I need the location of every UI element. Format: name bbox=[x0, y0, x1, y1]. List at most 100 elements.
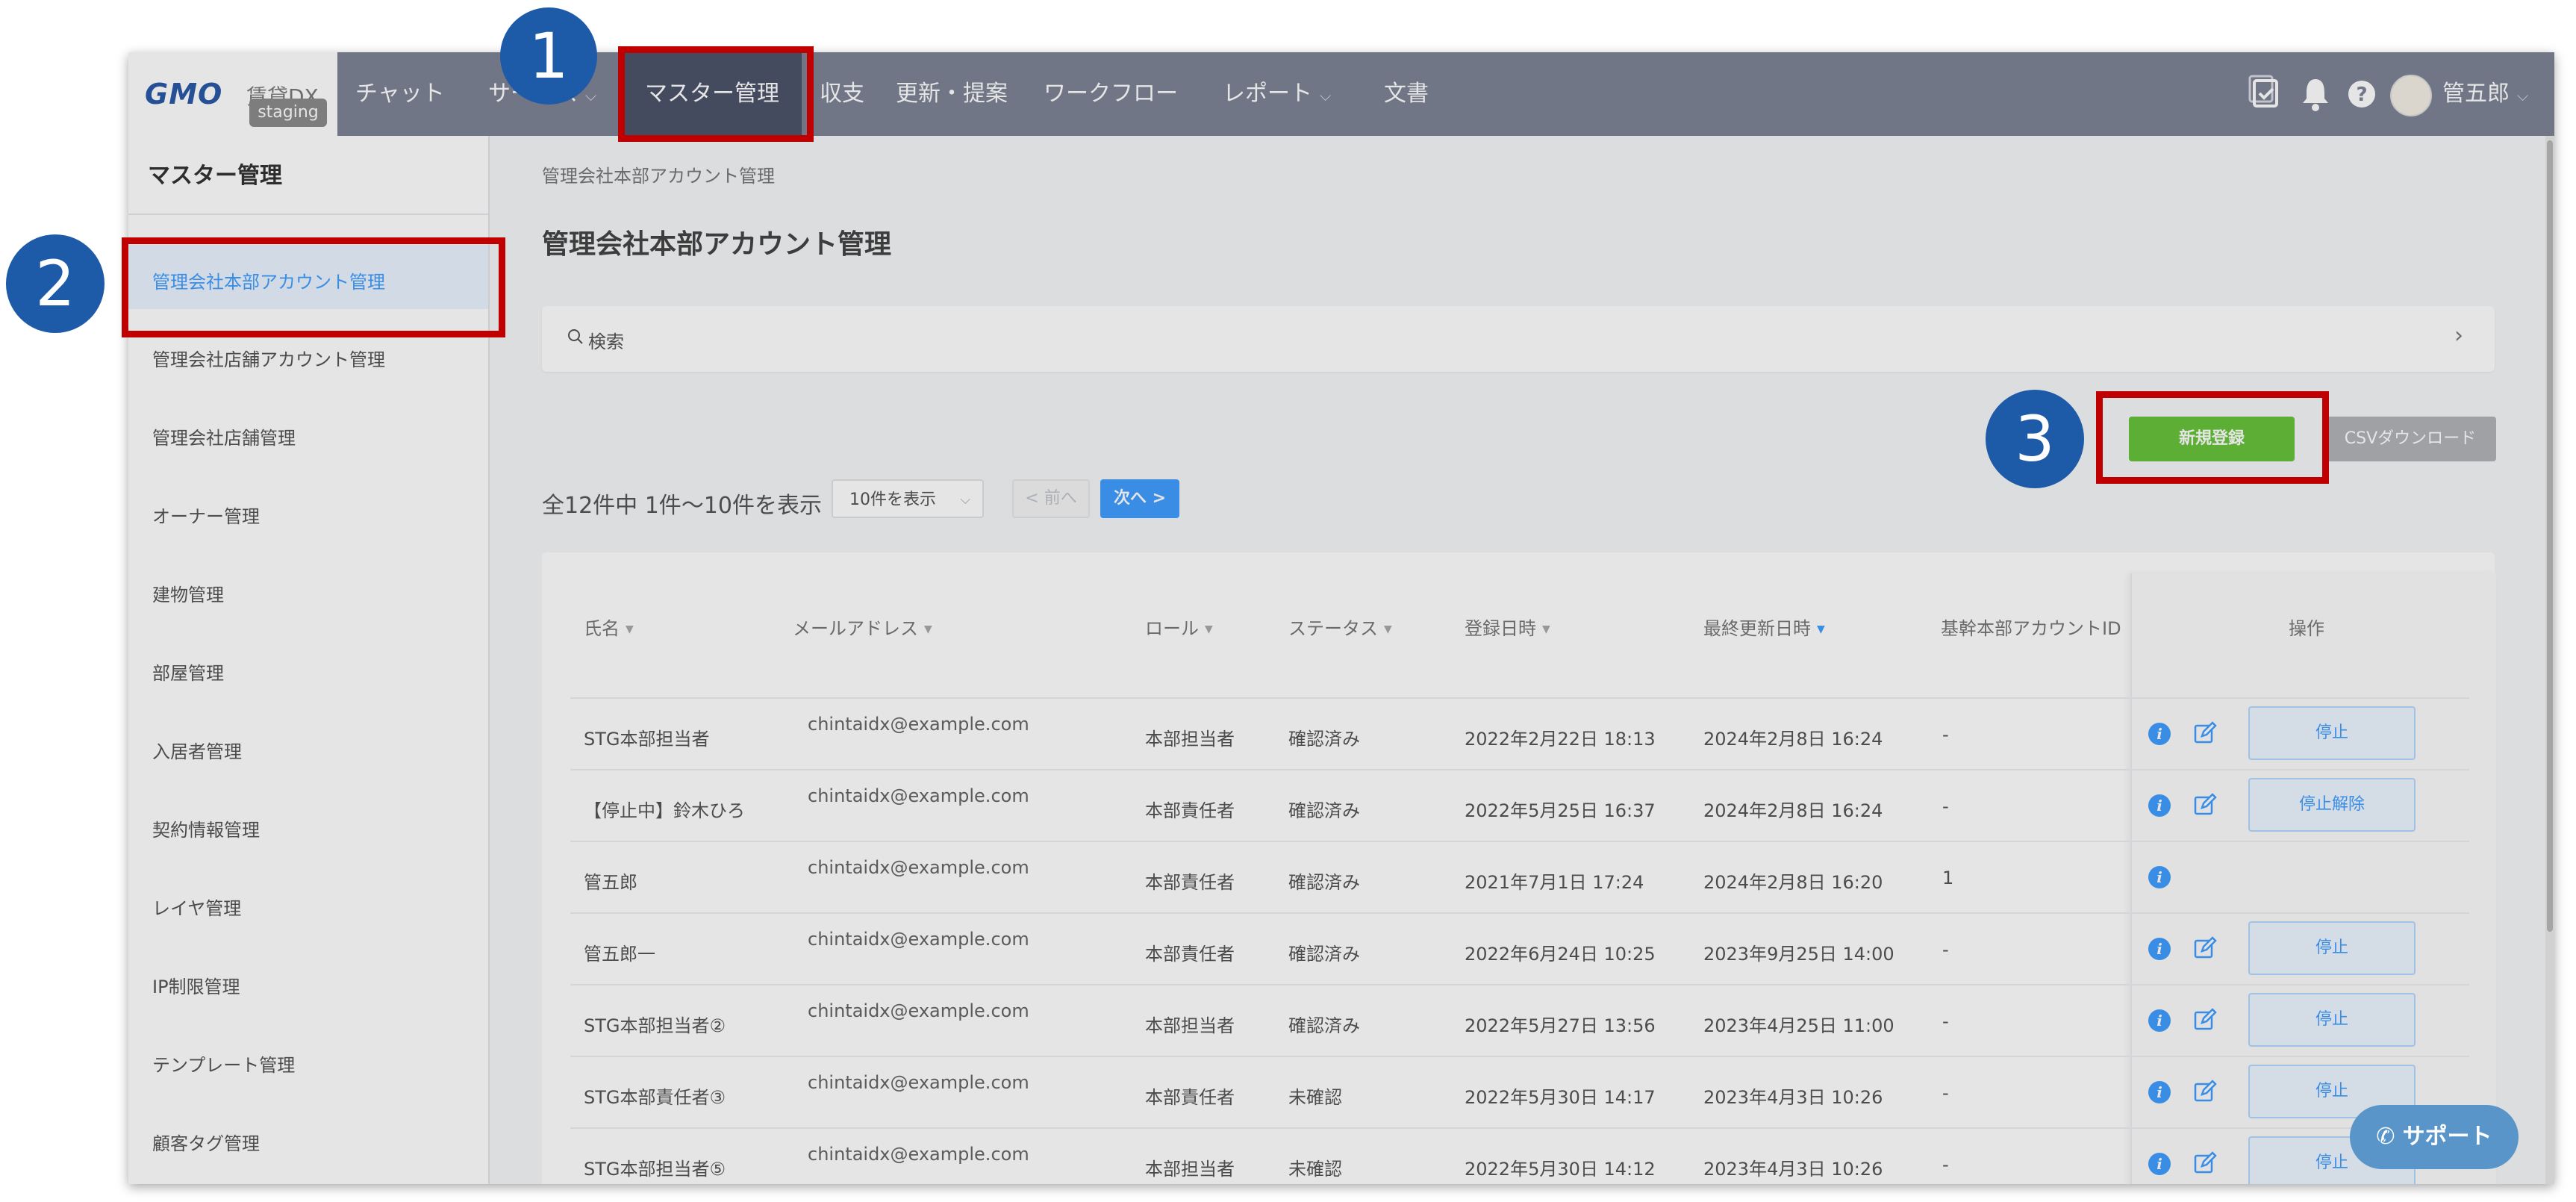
cell-role: 本部責任者 bbox=[1145, 800, 1235, 821]
sidebar-item-buildings[interactable]: 建物管理 bbox=[152, 580, 224, 606]
col-header-label: ロール bbox=[1145, 618, 1199, 639]
cell-core-id: 1 bbox=[1942, 868, 1954, 888]
edit-icon[interactable] bbox=[2193, 936, 2217, 960]
col-header-created[interactable]: 登録日時 ▼ bbox=[1465, 614, 1550, 640]
cell-email: chintaidx@example.com bbox=[808, 929, 1029, 950]
cell-email: chintaidx@example.com bbox=[808, 1144, 1029, 1165]
sidebar-item-stores[interactable]: 管理会社店舗管理 bbox=[152, 423, 296, 449]
suspend-button[interactable]: 停止 bbox=[2248, 921, 2416, 975]
cell-name: 管五郎一 bbox=[584, 944, 655, 965]
edit-icon[interactable] bbox=[2193, 793, 2217, 817]
nav-income-label: 収支 bbox=[820, 81, 864, 107]
sidebar-item-rooms[interactable]: 部屋管理 bbox=[152, 658, 224, 685]
cell-email: chintaidx@example.com bbox=[808, 785, 1029, 806]
cell-updated: 2024年2月8日 16:24 bbox=[1703, 729, 1883, 750]
sidebar-title: マスター管理 bbox=[148, 163, 282, 189]
cell-status: 確認済み bbox=[1288, 1015, 1360, 1036]
info-icon[interactable]: i bbox=[2148, 723, 2171, 745]
cell-core-id: - bbox=[1942, 796, 1949, 817]
cell-core-id: - bbox=[1942, 939, 1949, 960]
cell-created: 2022年5月25日 16:37 bbox=[1465, 800, 1656, 821]
nav-documents[interactable]: 文書 bbox=[1384, 52, 1429, 136]
nav-workflow-label: ワークフロー bbox=[1044, 81, 1178, 107]
cell-updated: 2023年4月25日 11:00 bbox=[1703, 1015, 1894, 1036]
search-panel[interactable]: 検索 › bbox=[542, 306, 2495, 372]
col-header-actions: 操作 bbox=[2289, 618, 2324, 639]
nav-workflow[interactable]: ワークフロー bbox=[1044, 52, 1178, 136]
avatar[interactable] bbox=[2390, 75, 2432, 116]
info-icon[interactable]: i bbox=[2148, 1009, 2171, 1032]
result-count: 全12件中 1件〜10件を表示 bbox=[542, 493, 822, 519]
sidebar-item-contracts[interactable]: 契約情報管理 bbox=[152, 815, 260, 841]
page-title: 管理会社本部アカウント管理 bbox=[542, 229, 892, 260]
row-divider bbox=[570, 841, 2469, 842]
sidebar-item-tenants[interactable]: 入居者管理 bbox=[152, 737, 242, 763]
task-check-icon[interactable] bbox=[2248, 73, 2284, 115]
info-icon[interactable]: i bbox=[2148, 794, 2171, 817]
csv-download-button[interactable]: CSVダウンロード bbox=[2324, 417, 2496, 461]
sidebar-item-layers[interactable]: レイヤ管理 bbox=[152, 894, 241, 920]
cell-role: 本部担当者 bbox=[1145, 729, 1235, 750]
user-name: 管五郎 bbox=[2442, 81, 2510, 107]
unsuspend-button[interactable]: 停止解除 bbox=[2248, 778, 2416, 832]
col-header-status[interactable]: ステータス ▼ bbox=[1288, 614, 1392, 640]
nav-income[interactable]: 収支 bbox=[820, 52, 864, 136]
col-header-label: 登録日時 bbox=[1465, 618, 1536, 639]
cell-core-id: - bbox=[1942, 1154, 1949, 1175]
sort-icon: ▼ bbox=[1384, 623, 1392, 635]
col-header-label: メールアドレス bbox=[793, 618, 918, 639]
suspend-button[interactable]: 停止 bbox=[2248, 993, 2416, 1047]
sidebar-item-ip-limit[interactable]: IP制限管理 bbox=[152, 972, 240, 998]
nav-renewal[interactable]: 更新・提案 bbox=[896, 52, 1008, 136]
sidebar-divider bbox=[128, 214, 488, 215]
bell-icon[interactable] bbox=[2299, 73, 2332, 115]
info-icon[interactable]: i bbox=[2148, 866, 2171, 888]
cell-core-id: - bbox=[1942, 724, 1949, 745]
cell-status: 未確認 bbox=[1288, 1159, 1342, 1180]
user-menu[interactable]: 管五郎 ⌵ bbox=[2442, 52, 2528, 136]
cell-name: STG本部責任者③ bbox=[584, 1087, 726, 1108]
suspend-button[interactable]: 停止 bbox=[2248, 706, 2416, 760]
info-icon[interactable]: i bbox=[2148, 938, 2171, 960]
info-icon[interactable]: i bbox=[2148, 1153, 2171, 1175]
scrollbar-thumb[interactable] bbox=[2547, 140, 2553, 932]
next-page-button[interactable]: 次へ > bbox=[1100, 479, 1179, 518]
cell-status: 確認済み bbox=[1288, 872, 1360, 893]
chevron-down-icon: ⌵ bbox=[585, 87, 597, 105]
col-header-updated[interactable]: 最終更新日時 ▼ bbox=[1703, 614, 1825, 640]
main-content: 管理会社本部アカウント管理 管理会社本部アカウント管理 検索 › 新規登録 CS… bbox=[490, 136, 2554, 1184]
logo[interactable]: GMO 賃貸DX staging bbox=[128, 52, 337, 136]
nav-report[interactable]: レポート ⌵ bbox=[1223, 52, 1331, 136]
row-divider bbox=[570, 697, 2469, 699]
col-header-role[interactable]: ロール ▼ bbox=[1145, 614, 1213, 640]
step-badge-3: 3 bbox=[1986, 390, 2084, 488]
chevron-right-icon: › bbox=[2454, 323, 2463, 349]
info-icon[interactable]: i bbox=[2148, 1081, 2171, 1103]
row-divider bbox=[570, 1127, 2469, 1129]
edit-icon[interactable] bbox=[2193, 1080, 2217, 1103]
col-header-email[interactable]: メールアドレス ▼ bbox=[793, 614, 932, 640]
sidebar-item-customer-tags[interactable]: 顧客タグ管理 bbox=[152, 1129, 260, 1155]
sidebar-item-owners[interactable]: オーナー管理 bbox=[152, 502, 260, 528]
per-page-select[interactable]: 10件を表示 ⌵ bbox=[832, 479, 984, 518]
edit-icon[interactable] bbox=[2193, 1151, 2217, 1175]
cell-status: 確認済み bbox=[1288, 944, 1360, 965]
cell-name: STG本部担当者⑤ bbox=[584, 1159, 726, 1180]
help-icon[interactable]: ? bbox=[2345, 73, 2378, 115]
breadcrumb[interactable]: 管理会社本部アカウント管理 bbox=[542, 161, 775, 187]
prev-page-button[interactable]: < 前へ bbox=[1012, 479, 1090, 518]
cell-updated: 2023年9月25日 14:00 bbox=[1703, 944, 1894, 965]
highlight-nav-master bbox=[618, 46, 814, 142]
row-divider bbox=[570, 984, 2469, 985]
col-header-name[interactable]: 氏名 ▼ bbox=[584, 614, 634, 640]
cell-role: 本部担当者 bbox=[1145, 1159, 1235, 1180]
nav-chat[interactable]: チャット bbox=[355, 52, 445, 136]
cell-email: chintaidx@example.com bbox=[808, 1072, 1029, 1093]
sidebar-item-store-accounts[interactable]: 管理会社店舗アカウント管理 bbox=[152, 345, 385, 371]
sidebar-item-templates[interactable]: テンプレート管理 bbox=[152, 1050, 295, 1077]
edit-icon[interactable] bbox=[2193, 721, 2217, 745]
cell-status: 確認済み bbox=[1288, 800, 1360, 821]
edit-icon[interactable] bbox=[2193, 1008, 2217, 1032]
support-button[interactable]: ✆ サポート bbox=[2350, 1105, 2519, 1169]
cell-name: STG本部担当者② bbox=[584, 1015, 726, 1036]
